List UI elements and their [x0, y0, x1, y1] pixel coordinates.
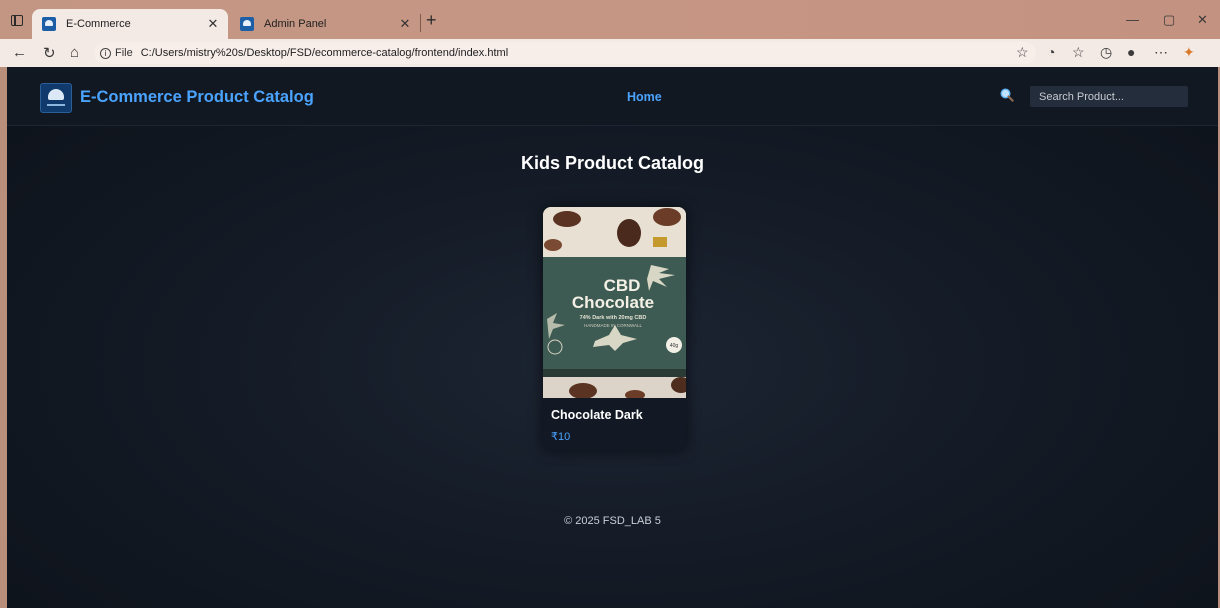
address-bar-row: ← ↻ ⌂ i File C:/Users/mistry%20s/Desktop… — [0, 39, 1220, 67]
profile-icon[interactable]: ● — [1127, 44, 1135, 60]
restore-icon[interactable]: ▢ — [1163, 12, 1175, 28]
page-title: Kids Product Catalog — [520, 153, 704, 173]
tab-title: E-Commerce — [66, 18, 131, 30]
product-image-text: 74% Dark with 20mg CBD — [580, 315, 647, 321]
sidebar-toggle-icon[interactable] — [11, 15, 23, 26]
tab-close-icon[interactable]: ✕ — [206, 16, 220, 32]
tab-close-icon[interactable]: ✕ — [398, 16, 412, 32]
footer-copyright: © 2025 FSD_LAB 5 — [564, 515, 661, 527]
search-input[interactable] — [1030, 86, 1188, 107]
info-icon[interactable]: i — [100, 47, 111, 59]
copilot-icon[interactable]: ✦ — [1183, 44, 1195, 61]
new-tab-icon[interactable]: + — [426, 10, 437, 31]
back-arrow-icon[interactable]: ← — [12, 44, 27, 61]
favorite-star-icon[interactable]: ☆ — [1016, 44, 1029, 61]
url-scheme-label: File — [115, 47, 133, 59]
site-favicon-icon — [240, 17, 254, 31]
extensions-icon[interactable]: ◔ — [1047, 44, 1055, 60]
product-image[interactable]: CBD Chocolate 74% Dark with 20mg CBD HAN… — [543, 207, 686, 398]
web-page: E-Commerce Product Catalog Home Kids Pro… — [7, 67, 1218, 608]
search-icon[interactable] — [1000, 88, 1014, 102]
site-favicon-icon — [42, 17, 56, 31]
site-header: E-Commerce Product Catalog Home — [7, 67, 1218, 126]
url-field[interactable]: i File C:/Users/mistry%20s/Desktop/FSD/e… — [94, 42, 1036, 64]
product-price: ₹10 — [551, 431, 571, 443]
home-icon[interactable]: ⌂ — [70, 44, 79, 61]
minimize-icon[interactable]: — — [1126, 12, 1139, 27]
product-name: Chocolate Dark — [551, 408, 643, 422]
browser-tab-bar: E-Commerce ✕ Admin Panel ✕ + — ▢ ✕ — [0, 0, 1220, 40]
tab-admin-panel[interactable]: Admin Panel ✕ — [230, 9, 420, 39]
nav-link-home[interactable]: Home — [627, 90, 662, 104]
brand-title[interactable]: E-Commerce Product Catalog — [80, 88, 314, 107]
favorites-icon[interactable]: ☆ — [1072, 44, 1085, 61]
refresh-icon[interactable]: ↻ — [43, 44, 56, 62]
product-image-text: Chocolate — [572, 293, 654, 312]
tab-title: Admin Panel — [264, 18, 327, 30]
product-image-text: 40g — [670, 343, 679, 349]
tab-ecommerce[interactable]: E-Commerce ✕ — [32, 9, 228, 39]
product-card[interactable]: CBD Chocolate 74% Dark with 20mg CBD HAN… — [543, 207, 686, 450]
history-icon[interactable]: ◷ — [1100, 44, 1112, 61]
tab-separator — [420, 14, 421, 32]
product-image-text: HANDMADE IN CORNWALL — [584, 323, 643, 328]
brand-logo[interactable] — [40, 83, 72, 113]
more-options-icon[interactable]: ⋯ — [1154, 44, 1168, 61]
url-text: C:/Users/mistry%20s/Desktop/FSD/ecommerc… — [140, 47, 509, 59]
close-window-icon[interactable]: ✕ — [1197, 12, 1208, 28]
